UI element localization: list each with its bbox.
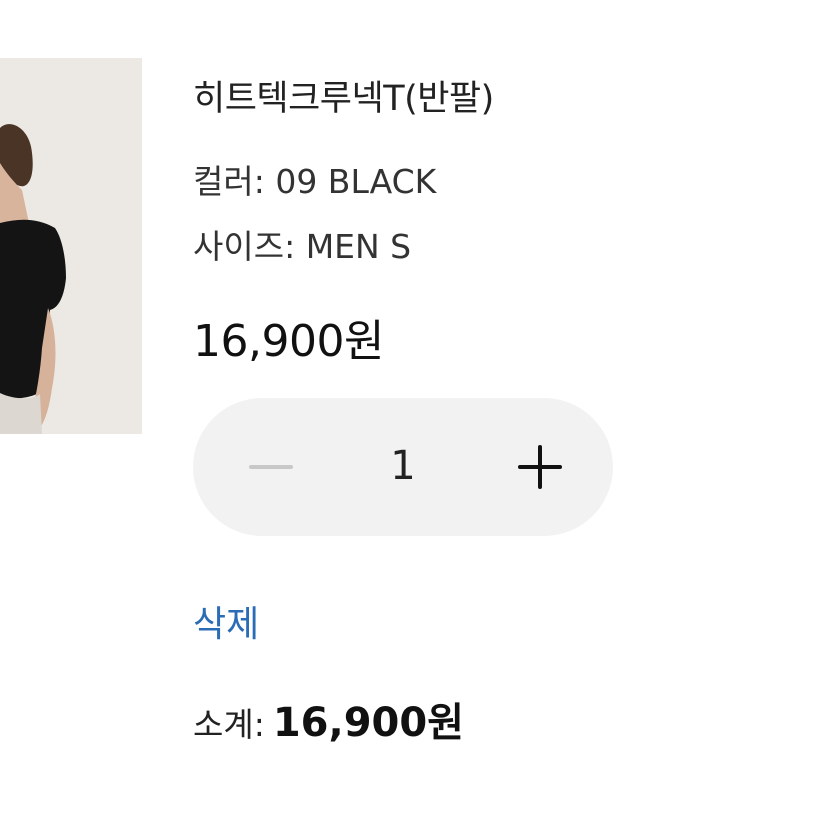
- quantity-value[interactable]: 1: [343, 436, 463, 496]
- decrement-button[interactable]: [231, 427, 311, 507]
- subtotal: 소계: 16,900원: [193, 690, 464, 748]
- increment-button[interactable]: [500, 427, 580, 507]
- product-size: 사이즈: MEN S: [193, 227, 412, 266]
- product-image: [0, 58, 142, 434]
- product-title[interactable]: 히트텍크루넥T(반팔): [193, 70, 494, 121]
- subtotal-value: 16,900원: [272, 700, 464, 746]
- subtotal-label: 소계:: [193, 705, 265, 744]
- delete-link[interactable]: 삭제: [193, 595, 259, 647]
- minus-icon: [249, 465, 293, 469]
- product-color: 컬러: 09 BLACK: [193, 162, 437, 201]
- product-price: 16,900원: [193, 316, 384, 367]
- plus-icon: [518, 445, 562, 489]
- quantity-stepper: 1: [193, 398, 613, 536]
